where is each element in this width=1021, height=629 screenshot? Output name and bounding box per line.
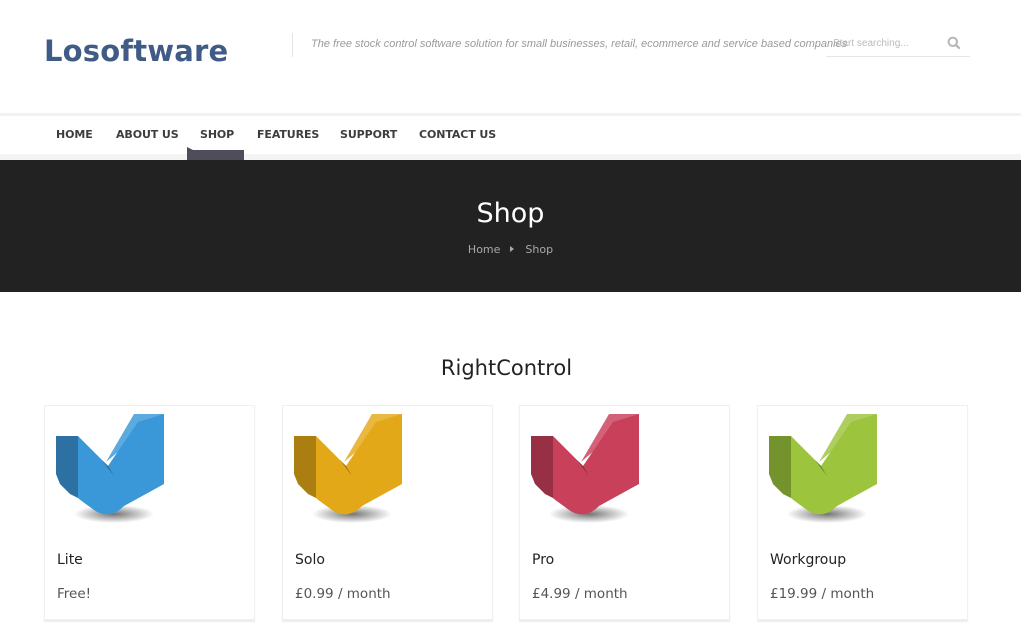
product-name[interactable]: Pro bbox=[532, 552, 554, 568]
nav-item-contact-us[interactable]: CONTACT US bbox=[419, 128, 496, 141]
breadcrumb-current: Shop bbox=[525, 242, 554, 256]
checkmark-icon bbox=[294, 414, 402, 523]
checkmark-icon bbox=[769, 414, 877, 523]
site-tagline: The free stock control software solution… bbox=[311, 38, 848, 50]
main-nav: HOME ABOUT US SHOP FEATURES SUPPORT CONT… bbox=[0, 116, 1021, 154]
page-banner: Shop Home Shop bbox=[0, 160, 1021, 292]
nav-item-shop[interactable]: SHOP bbox=[200, 128, 234, 141]
checkmark-icon bbox=[531, 414, 639, 523]
checkmark-icon bbox=[56, 414, 164, 523]
site-header: Losoftware The free stock control softwa… bbox=[0, 0, 1021, 114]
section-title: RightControl bbox=[440, 356, 573, 380]
product-card-workgroup[interactable]: Workgroup £19.99 / month bbox=[757, 405, 968, 620]
page-title: Shop bbox=[476, 198, 545, 229]
search-input[interactable] bbox=[833, 36, 943, 50]
product-price: £19.99 / month bbox=[770, 586, 875, 602]
tagline-divider bbox=[292, 33, 293, 57]
product-name[interactable]: Workgroup bbox=[770, 552, 846, 568]
active-nav-indicator bbox=[187, 147, 244, 160]
search-icon[interactable] bbox=[947, 36, 961, 50]
product-price: Free! bbox=[57, 586, 92, 602]
site-logo[interactable]: Losoftware bbox=[44, 34, 228, 68]
search-box bbox=[826, 30, 970, 57]
product-card-solo[interactable]: Solo £0.99 / month bbox=[282, 405, 493, 620]
product-name[interactable]: Lite bbox=[57, 552, 83, 568]
product-card-lite[interactable]: Lite Free! bbox=[44, 405, 255, 620]
breadcrumb: Home Shop bbox=[0, 242, 1021, 256]
nav-item-home[interactable]: HOME bbox=[56, 128, 93, 141]
product-price: £0.99 / month bbox=[295, 586, 391, 602]
breadcrumb-home[interactable]: Home bbox=[468, 243, 500, 256]
product-name[interactable]: Solo bbox=[295, 552, 325, 568]
product-price: £4.99 / month bbox=[532, 586, 628, 602]
product-card-pro[interactable]: Pro £4.99 / month bbox=[519, 405, 730, 620]
breadcrumb-separator-icon bbox=[509, 246, 514, 252]
nav-item-about-us[interactable]: ABOUT US bbox=[116, 128, 179, 141]
nav-item-features[interactable]: FEATURES bbox=[257, 128, 319, 141]
nav-item-support[interactable]: SUPPORT bbox=[340, 128, 397, 141]
